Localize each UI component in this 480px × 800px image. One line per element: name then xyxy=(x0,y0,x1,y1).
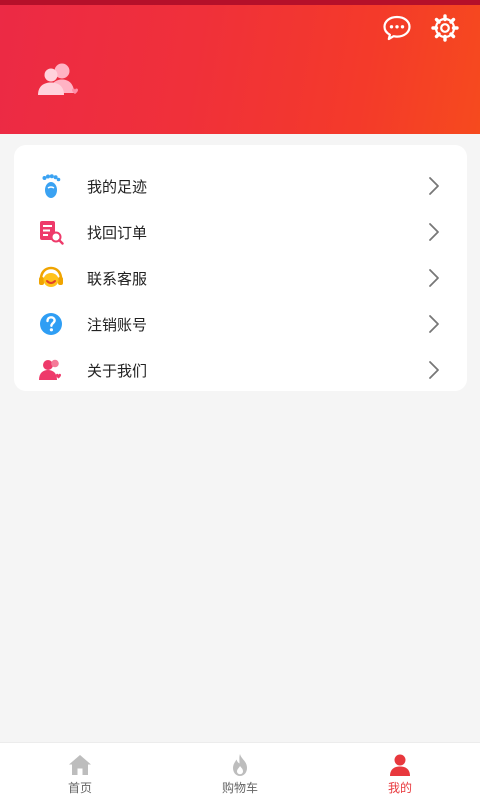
users-icon xyxy=(34,63,84,105)
chevron-right-icon xyxy=(426,360,442,380)
menu-item-footprint[interactable]: 我的足迹 xyxy=(14,163,467,209)
tab-label: 我的 xyxy=(387,781,412,795)
chat-bubble-icon xyxy=(382,14,412,46)
tab-mine[interactable]: 我的 xyxy=(320,743,480,800)
question-icon xyxy=(38,311,64,337)
gear-icon xyxy=(430,13,460,47)
menu-card: 我的足迹 找回订单 联系客服 注销账号 关于我们 xyxy=(14,145,467,391)
home-icon xyxy=(68,753,92,777)
menu-item-find-order[interactable]: 找回订单 xyxy=(14,209,467,255)
about-us-icon xyxy=(38,357,64,383)
chevron-right-icon xyxy=(426,268,442,288)
tab-home[interactable]: 首页 xyxy=(0,743,160,800)
chevron-right-icon xyxy=(426,314,442,334)
cart-flame-icon xyxy=(228,753,252,777)
menu-item-label: 关于我们 xyxy=(87,361,148,380)
chevron-right-icon xyxy=(426,176,442,196)
tab-label: 首页 xyxy=(67,781,92,795)
bottom-tab-bar: 首页 购物车 我的 xyxy=(0,742,480,800)
menu-item-label: 注销账号 xyxy=(87,315,148,334)
menu-item-customer-service[interactable]: 联系客服 xyxy=(14,255,467,301)
menu-item-cancel-account[interactable]: 注销账号 xyxy=(14,301,467,347)
menu-item-label: 联系客服 xyxy=(87,269,148,288)
tab-label: 购物车 xyxy=(221,781,258,795)
user-icon xyxy=(388,753,412,777)
footprint-icon xyxy=(38,173,64,199)
chevron-right-icon xyxy=(426,222,442,242)
message-button[interactable] xyxy=(380,13,414,47)
tab-cart[interactable]: 购物车 xyxy=(160,743,320,800)
menu-item-about-us[interactable]: 关于我们 xyxy=(14,347,467,393)
menu-item-label: 我的足迹 xyxy=(87,177,148,196)
menu-item-label: 找回订单 xyxy=(87,223,148,242)
settings-button[interactable] xyxy=(428,13,462,47)
customer-service-icon xyxy=(38,265,64,291)
order-search-icon xyxy=(38,219,64,245)
avatar[interactable] xyxy=(34,61,84,101)
profile-header xyxy=(0,5,480,134)
